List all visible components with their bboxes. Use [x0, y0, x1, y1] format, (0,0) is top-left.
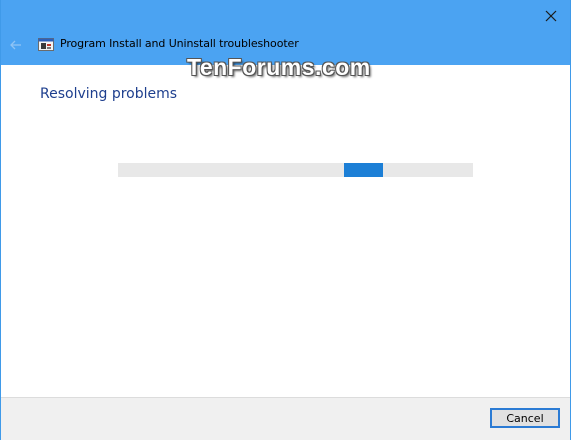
progress-bar: [118, 163, 473, 177]
troubleshooter-window: Program Install and Uninstall troublesho…: [0, 0, 571, 440]
close-button[interactable]: [540, 5, 562, 27]
back-button[interactable]: [8, 37, 24, 53]
footer-bar: Cancel: [1, 397, 570, 440]
troubleshooter-icon: [38, 38, 54, 51]
cancel-button[interactable]: Cancel: [490, 408, 560, 428]
back-arrow-icon: [10, 40, 21, 50]
progress-indicator: [344, 163, 383, 177]
watermark-text: TenForums.com: [187, 54, 371, 80]
close-icon: [545, 10, 557, 22]
window-title: Program Install and Uninstall troublesho…: [60, 37, 299, 50]
page-heading: Resolving problems: [40, 86, 178, 102]
